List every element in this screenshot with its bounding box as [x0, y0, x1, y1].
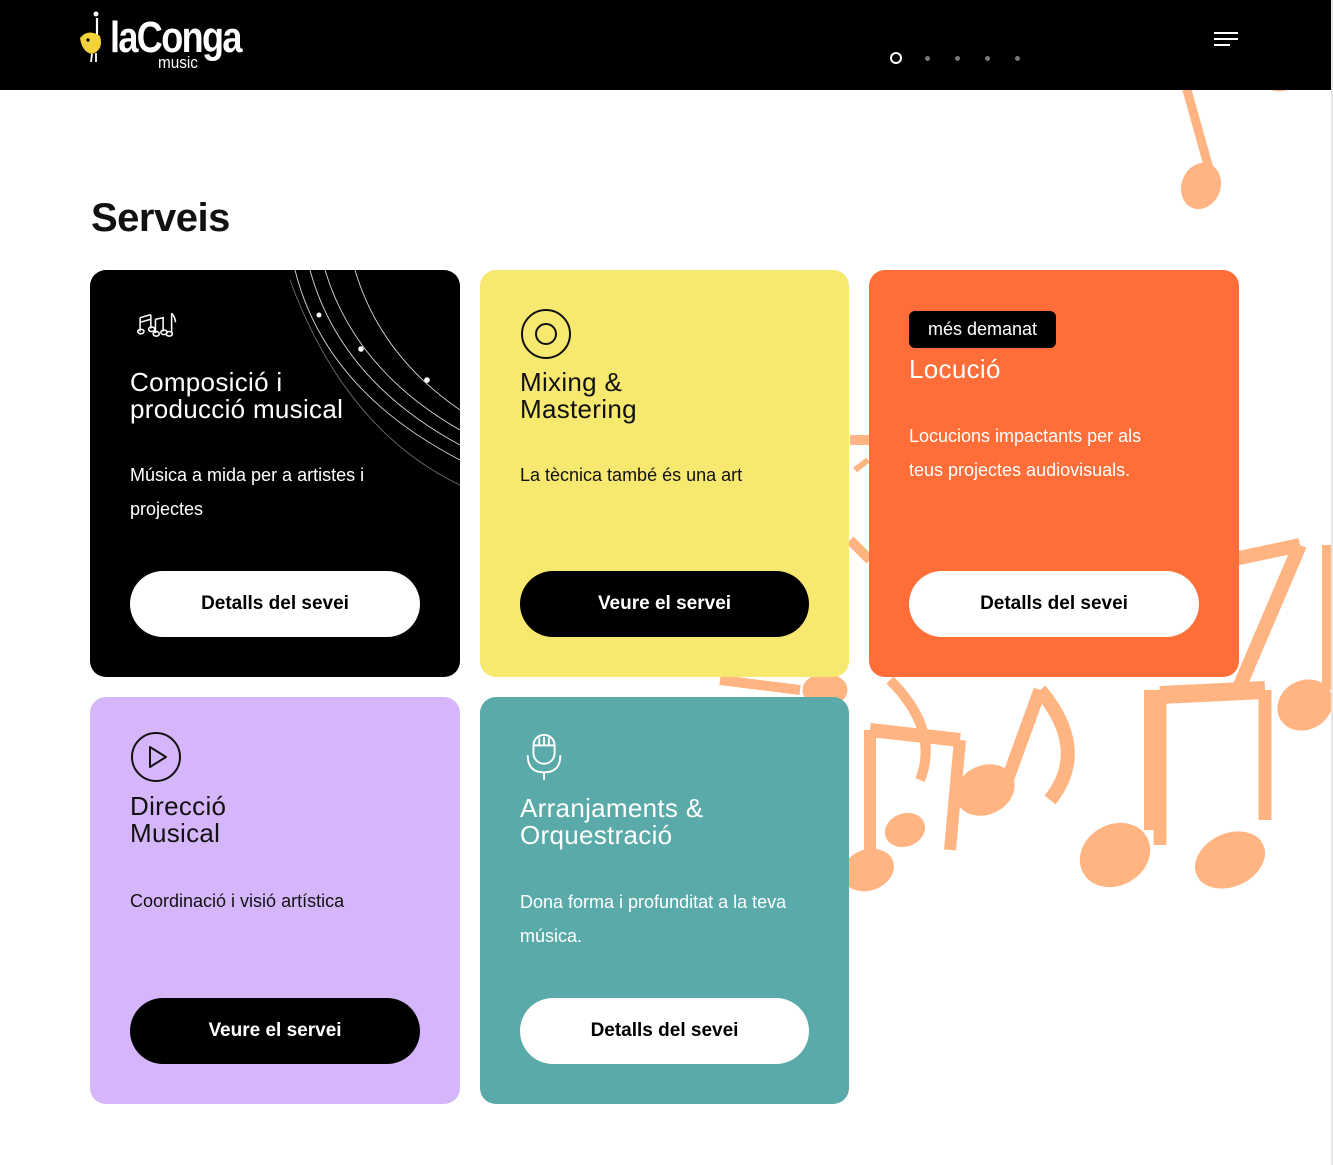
card-title: Direcció Musical — [130, 791, 227, 848]
bird-logo-icon — [80, 11, 101, 63]
details-button[interactable]: Detalls del sevei — [909, 571, 1199, 637]
card-title: Mixing & Mastering — [520, 367, 637, 424]
logo[interactable]: laConga music — [78, 8, 242, 76]
service-card-composicio: Composició i producció musical Música a m… — [90, 270, 460, 677]
card-description: Coordinació i visió artística — [130, 891, 345, 911]
view-service-button[interactable]: Veure el servei — [520, 571, 809, 637]
details-button[interactable]: Detalls del sevei — [520, 998, 809, 1064]
most-requested-badge: més demanat — [909, 311, 1057, 348]
pager-dot[interactable] — [1015, 55, 1020, 61]
card-title: Arranjaments & Orquestració — [520, 793, 704, 850]
card-description: Música a mida per a artistes i projectes — [130, 465, 365, 519]
card-title: Composició i producció musical — [130, 367, 344, 424]
view-service-button[interactable]: Veure el servei — [130, 998, 420, 1064]
vinyl-disc-icon — [521, 309, 571, 359]
card-title: Locució — [909, 354, 1001, 384]
card-description: Locucions impactants per als teus projec… — [909, 426, 1142, 480]
pager-dot[interactable] — [985, 55, 990, 61]
service-card-mixing: Mixing & Mastering La tècnica també és un… — [480, 270, 849, 677]
pager-dot[interactable] — [925, 55, 930, 61]
microphone-icon — [526, 733, 562, 781]
service-card-direccio: Direcció Musical Coordinació i visió artí… — [90, 697, 460, 1104]
pager-dot[interactable] — [955, 55, 960, 61]
service-card-arranjaments: Arranjaments & Orquestració Dona forma i … — [480, 697, 849, 1104]
card-description: La tècnica també és una art — [520, 465, 743, 485]
music-notes-icon — [137, 312, 177, 337]
slide-pager — [890, 52, 1045, 64]
site-header: laConga music — [0, 0, 1331, 90]
play-circle-icon — [131, 732, 181, 782]
pager-dot-active[interactable] — [890, 52, 902, 64]
service-card-locucio: més demanat Locució Locucions impactants… — [869, 270, 1239, 677]
logo-subtext: music — [158, 53, 198, 72]
hamburger-menu-icon[interactable] — [1214, 32, 1238, 50]
page-title: Serveis — [91, 196, 230, 240]
card-description: Dona forma i profunditat a la teva músic… — [520, 892, 787, 946]
details-button[interactable]: Detalls del sevei — [130, 571, 420, 637]
